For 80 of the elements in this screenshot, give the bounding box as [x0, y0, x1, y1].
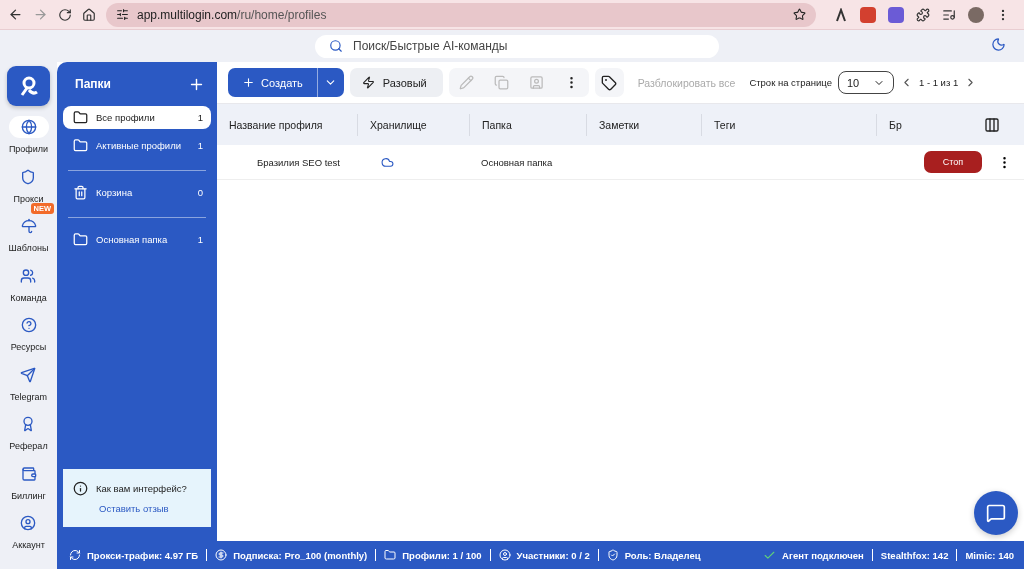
panel-title: Папки [75, 77, 111, 91]
search-field[interactable]: Поиск/Быстрые AI-команды [315, 34, 719, 58]
nav-label: Биллинг [11, 490, 46, 501]
shield-icon [606, 549, 619, 561]
user-circle-icon [498, 549, 511, 561]
feedback-link[interactable]: Оставить отзыв [73, 503, 201, 514]
column-header[interactable]: Бр [876, 113, 984, 136]
nav-label: Команда [10, 292, 47, 303]
url-text: app.multilogin.com/ru/home/profiles [137, 7, 327, 22]
lightning-icon [361, 76, 375, 89]
stop-button[interactable]: Стоп [924, 151, 982, 173]
extension-icon[interactable] [834, 7, 848, 22]
tag-icon [601, 74, 618, 91]
folder-item[interactable]: Активные профили 1 [63, 134, 211, 157]
folder-icon [73, 138, 88, 153]
nav-label: Профили [8, 144, 49, 154]
moon-icon[interactable] [991, 37, 1006, 52]
column-header[interactable]: Хранилище [357, 113, 469, 136]
paper-plane-icon [20, 366, 37, 383]
plus-icon [242, 76, 255, 89]
search-placeholder: Поиск/Быстрые AI-команды [353, 39, 508, 53]
column-header[interactable]: Заметки [586, 113, 701, 136]
folder-icon [384, 549, 397, 561]
home-icon[interactable] [82, 7, 96, 22]
address-bar[interactable]: app.multilogin.com/ru/home/profiles [106, 2, 816, 27]
status-text: Прокси-трафик: 4.97 ГБ [87, 549, 199, 561]
shield-icon [20, 168, 37, 185]
rows-per-page-label: Строк на странице [749, 77, 832, 88]
avatar[interactable] [968, 6, 984, 23]
search-icon [329, 39, 343, 53]
status-text: Агент подключен [782, 549, 864, 561]
feedback-question: Как вам интерфейс? [96, 483, 187, 494]
nav-label: Ресурсы [10, 342, 47, 352]
status-text: Роль: Владелец [624, 549, 701, 561]
nav-label: Шаблоны [8, 243, 49, 253]
user-circle-icon [20, 515, 37, 531]
status-text: Участники: 0 / 2 [516, 549, 590, 561]
back-icon[interactable] [8, 7, 23, 22]
status-text: Подписка: Pro_100 (monthly) [233, 549, 368, 561]
column-header[interactable]: Теги [701, 113, 876, 136]
folder-item[interactable]: Основная папка 1 [63, 228, 211, 251]
wallet-icon [20, 465, 37, 482]
folder-icon [73, 232, 88, 247]
nav-label: Прокси [13, 193, 44, 204]
table-cell-text: Основная папка [480, 156, 554, 168]
info-icon [73, 481, 88, 496]
chat-button[interactable] [974, 491, 1018, 535]
trash-icon [73, 185, 88, 200]
chat-icon [986, 503, 1006, 523]
tag-button[interactable] [594, 68, 624, 97]
folder-icon [73, 110, 88, 125]
logo[interactable] [7, 66, 50, 106]
refresh-icon [69, 549, 81, 561]
column-header[interactable]: Название профиля [217, 113, 357, 136]
quick-profile-button[interactable]: Разовый [349, 68, 443, 97]
reload-icon[interactable] [58, 7, 72, 22]
cloud-icon [381, 155, 394, 169]
star-icon[interactable] [793, 8, 806, 21]
question-icon [20, 317, 37, 333]
people-icon [20, 267, 37, 284]
pagination-text: 1 - 1 из 1 [918, 77, 959, 88]
status-text: Профили: 1 / 100 [402, 549, 482, 561]
extensions-icon[interactable] [916, 7, 930, 22]
nav-label: Telegram [10, 391, 47, 402]
status-text: Mimic: 140 [965, 549, 1014, 561]
column-header[interactable]: Папка [469, 113, 586, 136]
globe-icon [20, 119, 37, 135]
table-cell-text: Бразилия SEO test [256, 156, 341, 168]
dollar-icon [215, 549, 228, 561]
nav-label: Реферал [9, 441, 48, 451]
folder-item[interactable]: Все профили 1 [63, 106, 211, 129]
columns-icon[interactable] [984, 116, 1000, 133]
site-settings-icon[interactable] [116, 8, 129, 21]
folder-item[interactable]: Корзина 0 [63, 181, 211, 204]
status-text: Stealthfox: 142 [880, 549, 949, 561]
media-icon[interactable] [942, 7, 956, 22]
nav-button[interactable] [8, 116, 49, 138]
umbrella-icon [20, 218, 37, 234]
nav-label: Аккаунт [12, 540, 45, 550]
rows-per-page-select[interactable]: 10 [837, 71, 894, 94]
